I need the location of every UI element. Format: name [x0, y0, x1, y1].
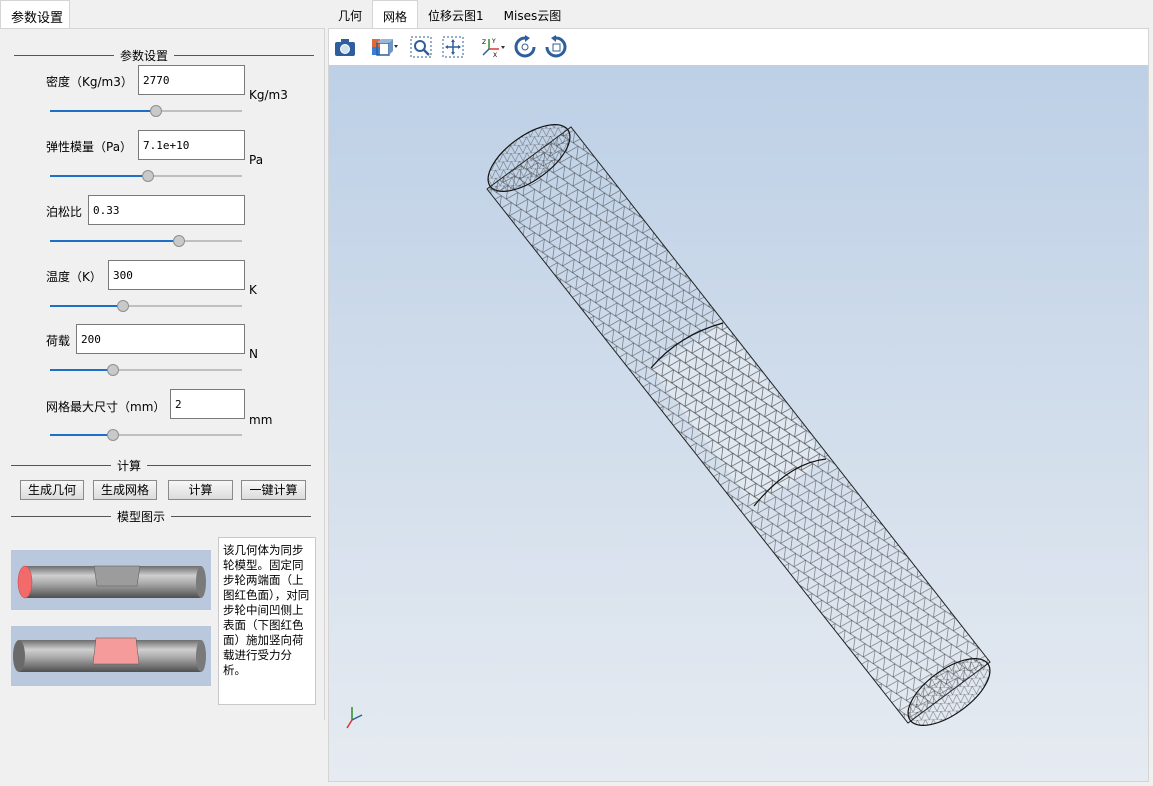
svg-text:Z: Z — [482, 39, 486, 46]
modulus-label: 弹性模量（Pa） — [46, 140, 133, 154]
axes-triad-icon — [346, 707, 363, 729]
svg-text:Y: Y — [491, 38, 496, 45]
slider-handle[interactable] — [116, 300, 129, 312]
load-label: 荷载 — [46, 334, 71, 348]
view-cube-icon[interactable] — [369, 35, 399, 59]
tab-param-settings[interactable]: 参数设置 — [0, 0, 70, 28]
slider-handle[interactable] — [172, 235, 185, 247]
density-input[interactable] — [138, 65, 245, 95]
tab-geometry[interactable]: 几何 — [328, 0, 372, 28]
param-panel: 参数设置 密度（Kg/m3） Kg/m3 弹性模量（Pa） Pa 泊松比 温度（… — [0, 28, 325, 720]
temperature-input[interactable] — [108, 260, 245, 290]
generate-geometry-button[interactable]: 生成几何 — [20, 480, 84, 500]
zoom-fit-icon[interactable] — [409, 35, 433, 59]
axes-orient-icon[interactable]: YZX — [479, 35, 507, 59]
load-unit: N — [249, 347, 258, 361]
rotate-cw-icon[interactable] — [513, 35, 537, 59]
rotate-ccw-icon[interactable] — [544, 35, 568, 59]
view-tabs: 几何 网格 位移云图1 Mises云图 — [328, 0, 571, 28]
model-group-title: 模型图示 — [11, 508, 311, 525]
mesh-size-slider[interactable] — [50, 429, 242, 441]
temperature-unit: K — [249, 283, 257, 297]
mesh-size-input[interactable] — [170, 389, 245, 419]
view-area: YZX — [328, 28, 1149, 782]
poisson-input[interactable] — [88, 195, 245, 225]
mesh-size-label: 网格最大尺寸（mm） — [46, 400, 166, 414]
density-label: 密度（Kg/m3） — [46, 75, 133, 89]
load-slider[interactable] — [50, 364, 242, 376]
temperature-slider[interactable] — [50, 300, 242, 312]
one-click-compute-button[interactable]: 一键计算 — [241, 480, 306, 500]
model-image-fixed-faces — [11, 550, 211, 610]
mesh-size-unit: mm — [249, 413, 273, 427]
slider-handle[interactable] — [107, 429, 120, 441]
modulus-unit: Pa — [249, 153, 264, 167]
modulus-slider[interactable] — [50, 170, 242, 182]
temperature-label: 温度（K） — [46, 270, 102, 284]
mesh-viewport[interactable] — [329, 65, 1148, 781]
slider-handle[interactable] — [107, 364, 120, 376]
model-description: 该几何体为同步轮模型。固定同步轮两端面（上图红色面），对同步轮中间凹侧上表面（下… — [218, 537, 316, 705]
pan-icon[interactable] — [441, 35, 465, 59]
camera-icon[interactable] — [333, 35, 357, 59]
tab-mises[interactable]: Mises云图 — [494, 0, 572, 28]
slider-handle[interactable] — [149, 105, 162, 117]
density-slider[interactable] — [50, 105, 242, 117]
generate-mesh-button[interactable]: 生成网格 — [93, 480, 157, 500]
compute-group-title: 计算 — [11, 457, 311, 474]
view-toolbar: YZX — [329, 29, 1148, 65]
modulus-input[interactable] — [138, 130, 245, 160]
poisson-label: 泊松比 — [46, 205, 83, 219]
tab-mesh[interactable]: 网格 — [372, 0, 419, 28]
load-input[interactable] — [76, 324, 245, 354]
density-unit: Kg/m3 — [249, 88, 288, 102]
tab-displacement[interactable]: 位移云图1 — [418, 0, 494, 28]
svg-text:X: X — [493, 52, 497, 59]
compute-button[interactable]: 计算 — [168, 480, 233, 500]
model-image-load-face — [11, 626, 211, 686]
poisson-slider[interactable] — [50, 235, 242, 247]
mesh-model — [346, 124, 991, 729]
slider-handle[interactable] — [141, 170, 154, 182]
params-group-title: 参数设置 — [14, 47, 314, 64]
